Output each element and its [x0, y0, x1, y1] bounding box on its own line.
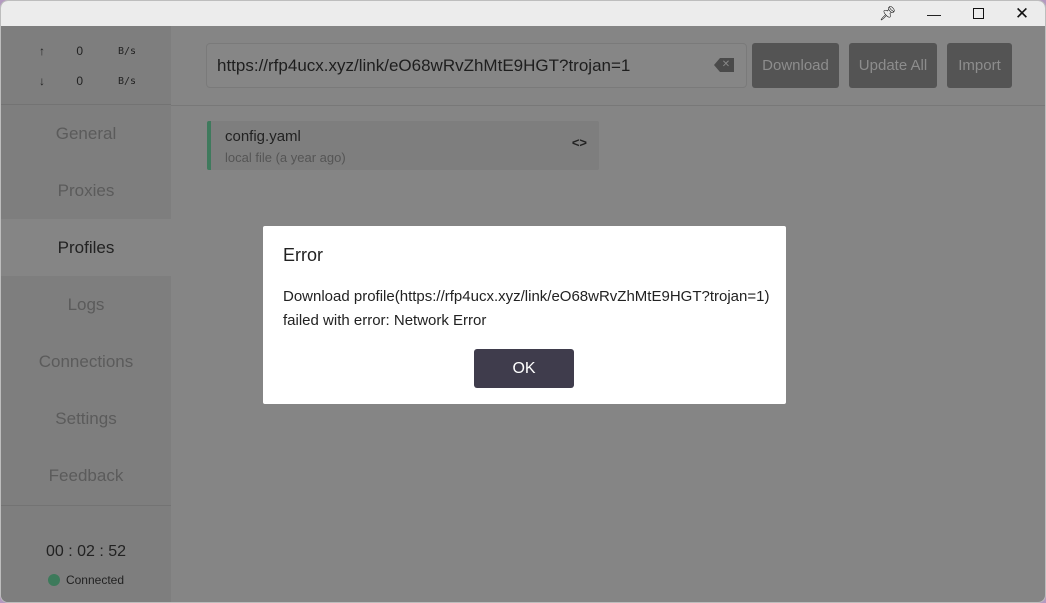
- title-bar: 📌︎ — ✕: [1, 1, 1045, 26]
- ok-button[interactable]: OK: [474, 349, 574, 388]
- dialog-message: Download profile(https://rfp4ucx.xyz/lin…: [283, 288, 770, 329]
- download-button[interactable]: Download: [752, 43, 839, 88]
- traffic-monitor: ↑ 0 B/s ↓ 0 B/s: [1, 26, 171, 105]
- import-button[interactable]: Import: [947, 43, 1012, 88]
- status-dot-icon: [47, 574, 60, 586]
- close-icon[interactable]: ✕: [999, 1, 1045, 26]
- maximize-icon[interactable]: [955, 1, 1001, 26]
- sidebar-item-feedback[interactable]: Feedback: [1, 447, 171, 504]
- profile-toolbar: https://rfp4ucx.xyz/link/eO68wRvZhMtE9HG…: [171, 26, 1045, 106]
- clear-input-icon[interactable]: ✕: [714, 58, 734, 72]
- upload-speed: 0: [76, 44, 83, 58]
- dialog-title: Error: [283, 245, 323, 265]
- error-dialog: Error Download profile(https://rfp4ucx.x…: [263, 226, 786, 404]
- profile-card[interactable]: config.yaml local file (a year ago) <>: [207, 121, 599, 170]
- sidebar-item-connections[interactable]: Connections: [1, 333, 171, 390]
- sidebar-footer: 00 : 02 : 52 Connected: [1, 505, 171, 602]
- minimize-icon[interactable]: —: [911, 1, 957, 26]
- sidebar: ↑ 0 B/s ↓ 0 B/s General Proxies Profiles Log…: [1, 26, 171, 602]
- connection-status: Connected: [1, 573, 171, 587]
- sidebar-item-profiles[interactable]: Profiles: [1, 219, 171, 276]
- sidebar-item-settings[interactable]: Settings: [1, 390, 171, 447]
- sidebar-item-logs[interactable]: Logs: [1, 276, 171, 333]
- url-value: https://rfp4ucx.xyz/link/eO68wRvZhMtE9HG…: [217, 56, 631, 75]
- profile-name: config.yaml: [225, 128, 301, 145]
- sidebar-item-general[interactable]: General: [1, 105, 171, 162]
- edit-code-icon[interactable]: <>: [572, 135, 587, 150]
- app-window: 📌︎ — ✕ ↑ 0 B/s ↓ 0 B/s General Proxies Profi…: [0, 0, 1046, 603]
- sidebar-item-proxies[interactable]: Proxies: [1, 162, 171, 219]
- profile-url-input[interactable]: https://rfp4ucx.xyz/link/eO68wRvZhMtE9HG…: [206, 43, 747, 88]
- download-arrow-icon: ↓: [39, 74, 45, 88]
- uptime-timer: 00 : 02 : 52: [45, 543, 127, 560]
- status-text: Connected: [65, 573, 125, 587]
- upload-arrow-icon: ↑: [39, 44, 45, 58]
- download-unit: B/s: [118, 75, 137, 87]
- download-speed: 0: [76, 74, 83, 88]
- upload-unit: B/s: [118, 45, 137, 57]
- profile-meta: local file (a year ago): [225, 150, 346, 165]
- update-all-button[interactable]: Update All: [849, 43, 937, 88]
- pin-icon[interactable]: 📌︎: [865, 1, 911, 26]
